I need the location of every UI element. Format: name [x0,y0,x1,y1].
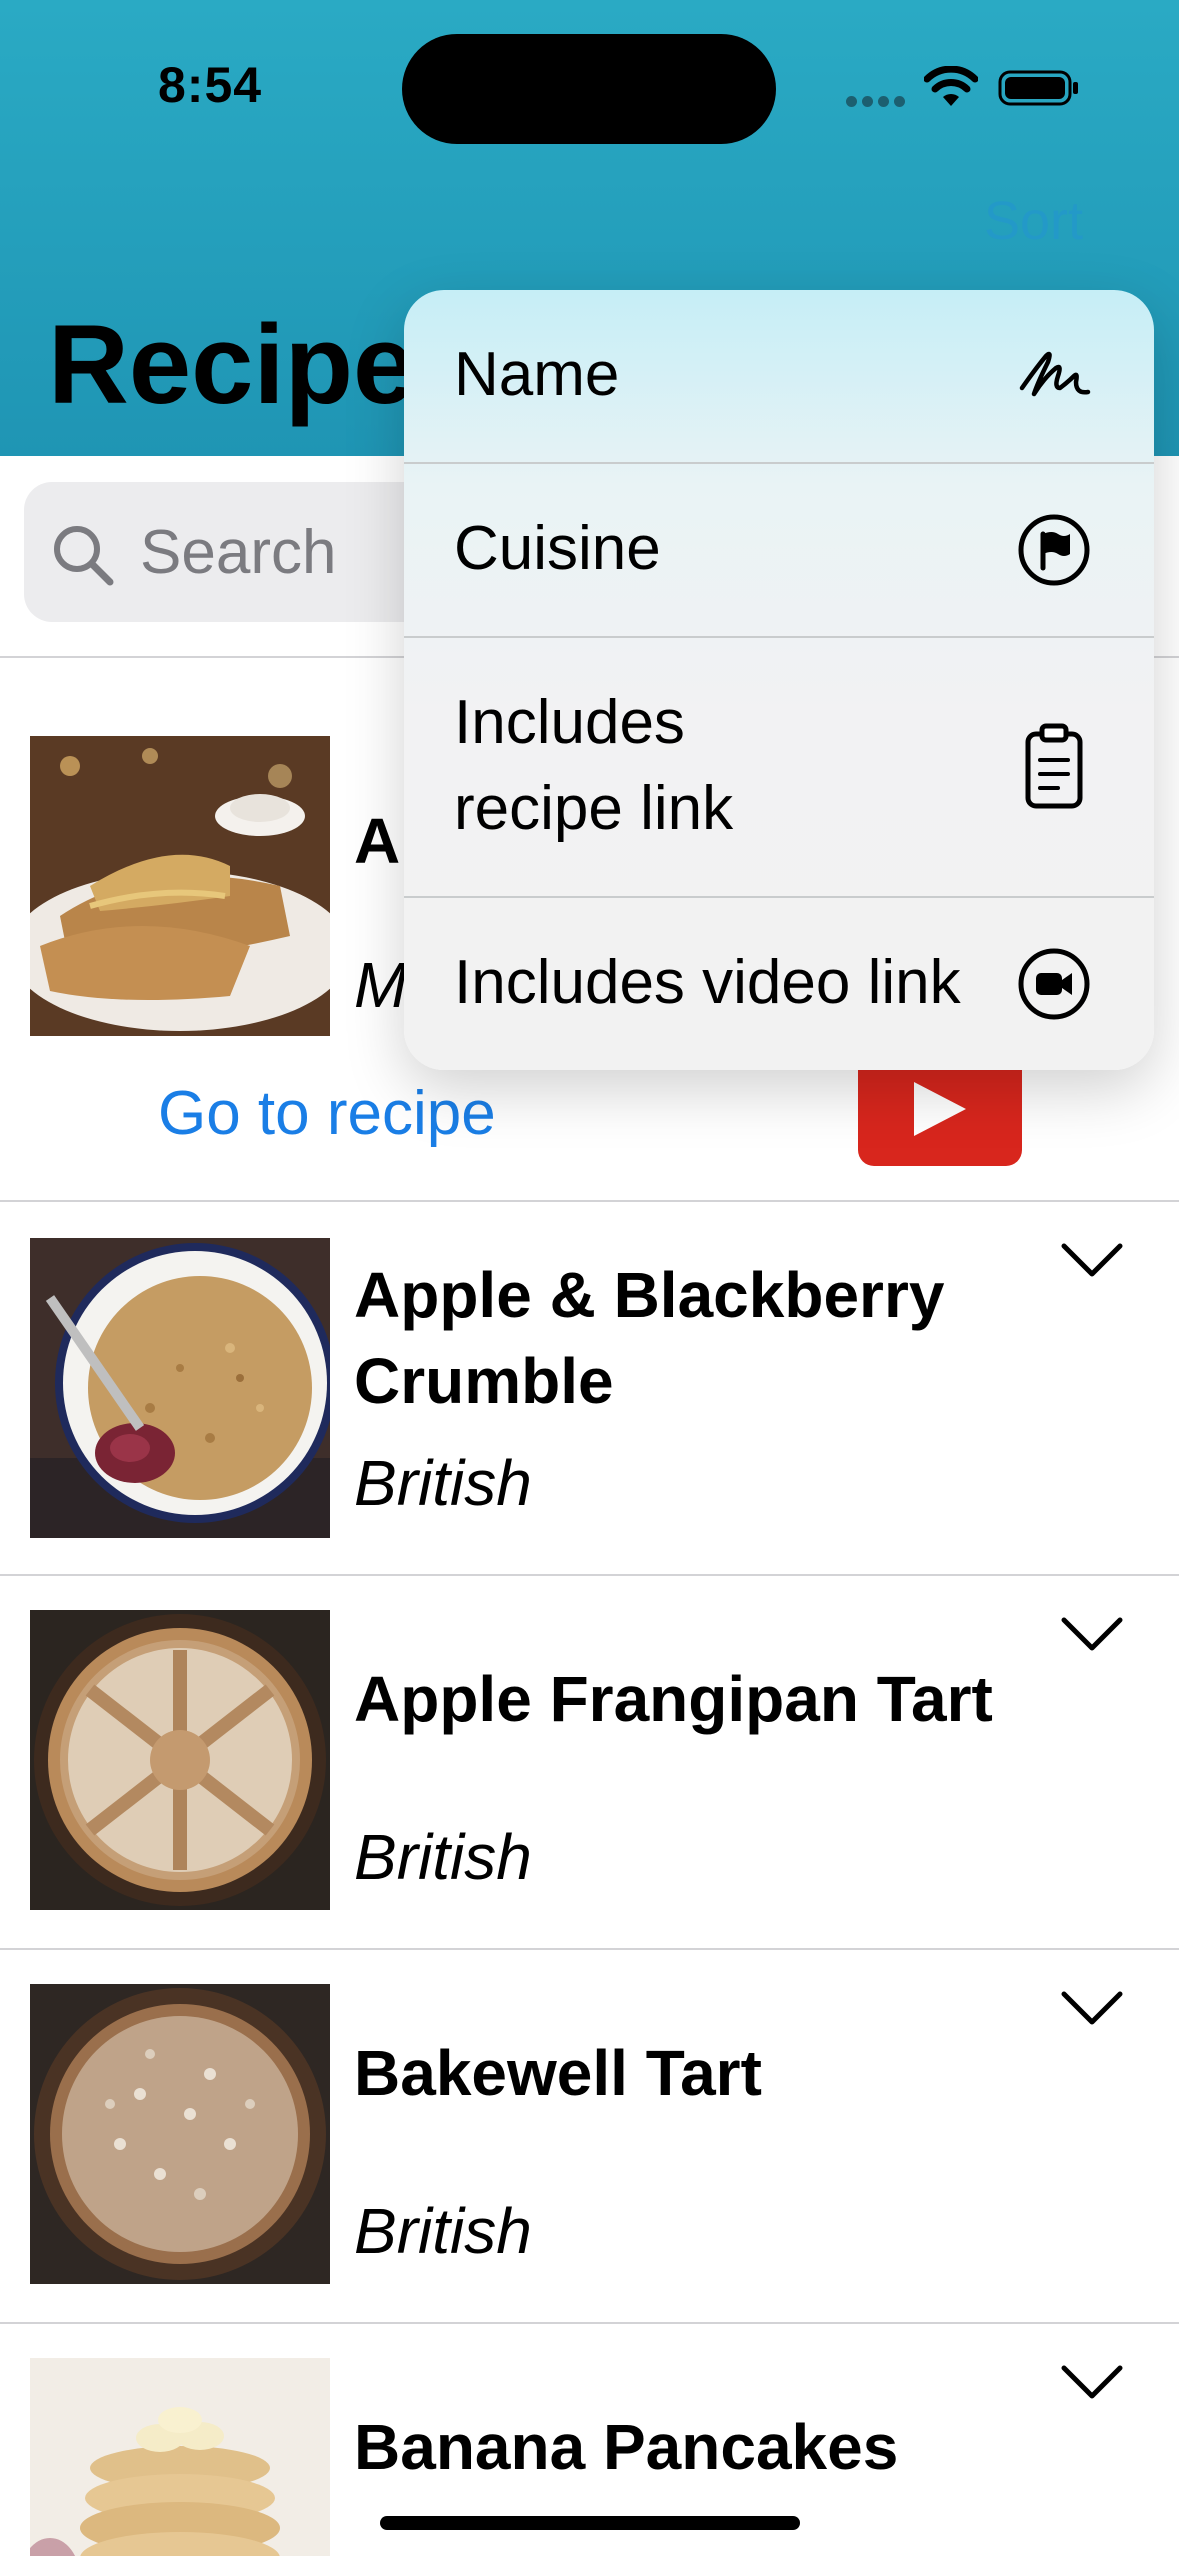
video-circle-icon [1018,948,1090,1020]
chevron-down-icon[interactable] [1060,2362,1124,2402]
home-indicator [380,2516,800,2530]
sort-menu: Name Cuisine Includes recipe link Includ… [404,290,1154,1070]
clipboard-icon [1025,723,1083,809]
page-title: Recipes [48,302,408,427]
recipe-thumbnail [30,736,330,1036]
sort-option-label: Includes video link [454,948,961,1017]
recipe-cuisine: British [354,1447,532,1519]
battery-icon [998,70,1078,106]
dynamic-island [402,34,776,144]
recipe-name: Apple Frangipan Tart [354,1663,993,1735]
sort-option-name[interactable]: Name [404,290,1154,462]
recipe-thumbnail [30,2358,330,2556]
sort-option-label: Cuisine [454,514,661,583]
recipe-row[interactable]: Apple Frangipan Tart British [0,1576,1179,1948]
chevron-down-icon[interactable] [1060,1614,1124,1654]
flag-circle-icon [1018,514,1090,586]
screen: 8:54 Sort Recipe s [0,0,1179,2556]
recipe-cuisine: British [354,1821,532,1893]
wifi-icon [924,66,978,106]
recipe-thumbnail [30,1610,330,1910]
recipe-cuisine: M [354,949,408,1021]
sort-option-recipe-link[interactable]: Includes recipe link [404,638,1154,896]
sort-option-label: Name [454,340,620,409]
recipe-row[interactable]: Bakewell Tart British [0,1950,1179,2322]
recipe-row[interactable]: Apple & Blackberry Crumble British [0,1202,1179,1574]
play-icon [914,1082,966,1136]
search-icon [54,526,114,586]
status-time: 8:54 [158,57,263,113]
chevron-down-icon[interactable] [1060,1988,1124,2028]
recipe-thumbnail [30,1238,330,1538]
chevron-down-icon[interactable] [1060,1240,1124,1280]
go-to-recipe-link[interactable]: Go to recipe [158,1078,496,1149]
recipe-name: Apple & Blackberry Crumble [354,1259,945,1417]
recipe-name: Bakewell Tart [354,2037,762,2109]
signature-icon [1019,351,1091,397]
cellular-signal-icon [846,96,905,108]
sort-option-cuisine[interactable]: Cuisine [404,464,1154,636]
sort-option-label: Includes recipe link [454,688,734,843]
sort-option-video-link[interactable]: Includes video link [404,898,1154,1070]
recipe-thumbnail [30,1984,330,2284]
recipe-cuisine: British [354,2195,532,2267]
sort-button[interactable]: Sort [984,190,1083,252]
recipe-name: Banana Pancakes [354,2411,899,2483]
